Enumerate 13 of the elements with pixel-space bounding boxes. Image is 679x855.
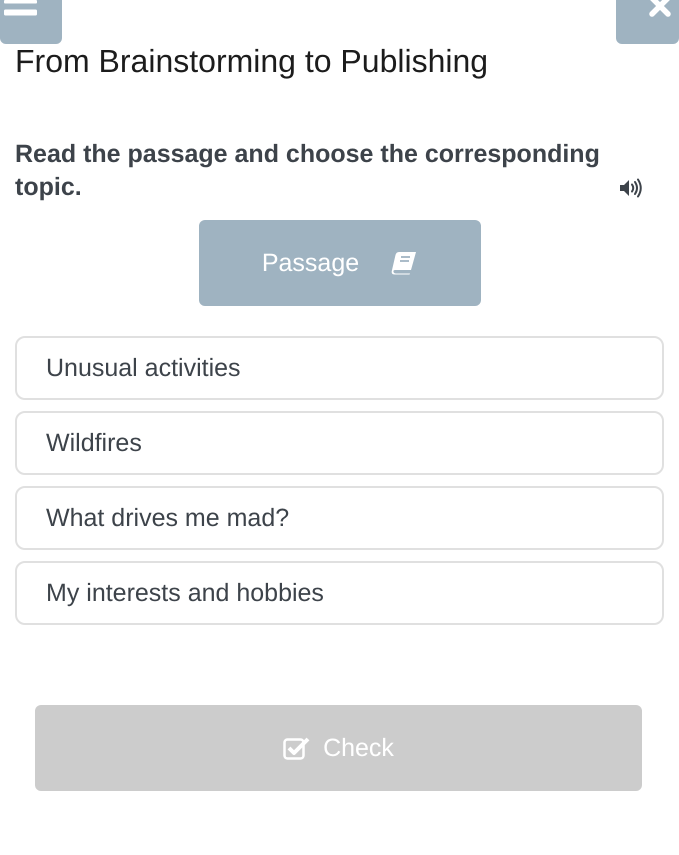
speaker-icon[interactable] <box>619 178 643 198</box>
checkbox-icon <box>283 736 312 760</box>
book-icon <box>391 251 418 275</box>
menu-icon <box>4 0 37 16</box>
answer-option[interactable]: My interests and hobbies <box>15 561 664 625</box>
close-icon <box>648 0 672 17</box>
answer-option[interactable]: Wildfires <box>15 411 664 475</box>
page-title: From Brainstorming to Publishing <box>14 44 490 78</box>
instruction-text: Read the passage and choose the corresponding topic. <box>15 139 601 203</box>
menu-button[interactable] <box>0 0 62 44</box>
close-button[interactable] <box>616 0 679 44</box>
answer-option[interactable]: What drives me mad? <box>15 486 664 550</box>
answer-option[interactable]: Unusual activities <box>15 336 664 400</box>
